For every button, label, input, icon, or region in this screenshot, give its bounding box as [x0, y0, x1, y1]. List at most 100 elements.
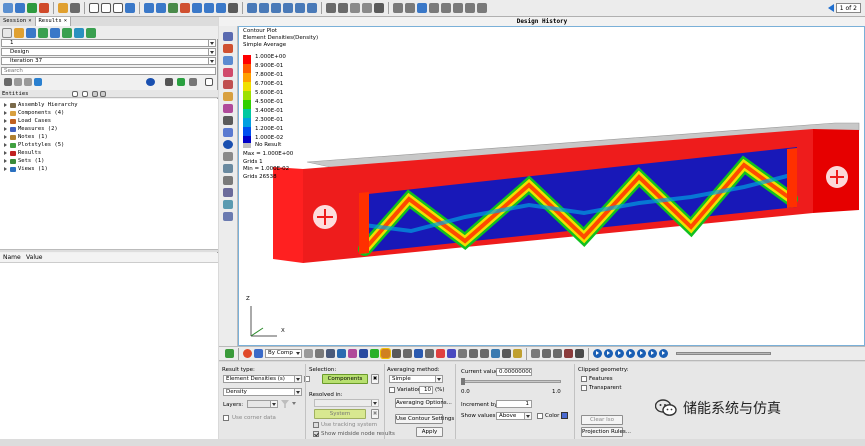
- hide-icon[interactable]: [205, 78, 213, 86]
- chevron-down-icon[interactable]: [208, 49, 215, 55]
- tree-item-assembly-hierarchy[interactable]: Assembly Hierarchy: [4, 101, 78, 109]
- view-tool-icon[interactable]: [223, 164, 233, 173]
- chart-icon[interactable]: [552, 349, 562, 358]
- show-values-select[interactable]: Above: [496, 412, 532, 420]
- results-tool-icon[interactable]: [223, 32, 233, 41]
- loop-icon[interactable]: [658, 349, 668, 358]
- view-back-icon[interactable]: [295, 3, 305, 13]
- window-layout-icon[interactable]: [89, 3, 99, 13]
- search-input[interactable]: [1, 67, 216, 75]
- redo-icon[interactable]: [156, 3, 166, 13]
- result-subtype-select[interactable]: Density: [223, 388, 302, 396]
- expand-arrow-icon[interactable]: [4, 127, 7, 131]
- chevron-down-icon[interactable]: [295, 352, 300, 355]
- tools-icon[interactable]: [563, 349, 573, 358]
- eye-icon[interactable]: [146, 78, 155, 86]
- chevron-down-icon[interactable]: [270, 401, 277, 407]
- undo-icon[interactable]: [144, 3, 154, 13]
- expand-arrow-icon[interactable]: [4, 151, 7, 155]
- import-icon[interactable]: [27, 3, 37, 13]
- expand-icon[interactable]: [14, 78, 22, 86]
- filter-icon[interactable]: [281, 400, 289, 408]
- expand-arrow-icon[interactable]: [4, 119, 7, 123]
- browser-new-icon[interactable]: [2, 27, 12, 38]
- expand-arrow-icon[interactable]: [4, 167, 7, 171]
- pointer-icon[interactable]: [165, 78, 173, 86]
- shaded-icon[interactable]: [254, 349, 263, 358]
- browser-model-icon[interactable]: [26, 27, 36, 38]
- node-icon[interactable]: [501, 349, 511, 358]
- measure-icon[interactable]: [468, 349, 478, 358]
- wireframe-icon[interactable]: [325, 349, 335, 358]
- fit-icon[interactable]: [228, 3, 238, 13]
- design-selector[interactable]: Design: [1, 48, 216, 56]
- info-icon[interactable]: [453, 3, 463, 13]
- expand-arrow-icon[interactable]: [4, 135, 7, 139]
- contour-icon[interactable]: [379, 348, 391, 359]
- note-tool-icon[interactable]: [223, 152, 233, 161]
- zoom-icon[interactable]: [216, 3, 226, 13]
- view-bottom-icon[interactable]: [307, 3, 317, 13]
- deformed-icon[interactable]: [413, 349, 423, 358]
- play-icon[interactable]: [625, 349, 635, 358]
- color-by-icon[interactable]: [243, 349, 252, 358]
- features-checkbox[interactable]: [581, 376, 587, 382]
- contour-settings-button[interactable]: Use Contour Settings: [395, 414, 454, 424]
- measure-tool-icon[interactable]: [223, 128, 233, 137]
- open-file-icon[interactable]: [3, 3, 13, 13]
- browser-folder-icon[interactable]: [14, 27, 24, 38]
- page-number[interactable]: 1 of 2: [835, 3, 861, 13]
- expand-arrow-icon[interactable]: [4, 159, 7, 163]
- mask-tool-icon[interactable]: [223, 176, 233, 185]
- visual-2-icon[interactable]: [405, 3, 415, 13]
- delete-icon[interactable]: [574, 349, 584, 358]
- previous-page-icon[interactable]: [827, 4, 834, 12]
- chevron-down-icon[interactable]: [208, 40, 215, 46]
- iso-tool-icon[interactable]: [223, 92, 233, 101]
- visual-icon[interactable]: [393, 3, 403, 13]
- note-icon[interactable]: [530, 349, 540, 358]
- anim-settings-icon[interactable]: [592, 349, 602, 358]
- mask-icon[interactable]: [180, 3, 190, 13]
- tree-item-sets[interactable]: Sets (1): [4, 157, 45, 165]
- variation-input[interactable]: 10: [419, 386, 433, 394]
- graphics-viewport[interactable]: [238, 26, 865, 346]
- expand-arrow-icon[interactable]: [4, 143, 7, 147]
- rotate-icon[interactable]: [192, 3, 202, 13]
- tree-item-load-cases[interactable]: Load Cases: [4, 117, 51, 125]
- lock-column-icon[interactable]: [100, 91, 106, 97]
- zoom-in-icon[interactable]: [326, 3, 336, 13]
- iteration-selector[interactable]: Iteration 37: [1, 57, 216, 65]
- refresh-icon[interactable]: [34, 78, 42, 86]
- settings-icon[interactable]: [441, 3, 451, 13]
- color-mode-select[interactable]: By Comp: [265, 349, 302, 358]
- layers-select[interactable]: [247, 400, 278, 408]
- tensor-icon[interactable]: [402, 349, 412, 358]
- view-iso-icon[interactable]: [271, 3, 281, 13]
- averaging-method-select[interactable]: Simple: [389, 375, 443, 383]
- explode-tool-icon[interactable]: [223, 212, 233, 221]
- tree-item-plotstyles[interactable]: Plotstyles (5): [4, 141, 64, 149]
- browser-settings-icon[interactable]: [86, 27, 96, 38]
- use-tracking-checkbox[interactable]: [313, 422, 319, 428]
- resolved-in-select[interactable]: [314, 399, 379, 407]
- window-split-icon[interactable]: [101, 3, 111, 13]
- pan-icon[interactable]: [204, 3, 214, 13]
- collapse-icon[interactable]: [24, 78, 32, 86]
- browser-results-icon[interactable]: [38, 27, 48, 38]
- axis-icon[interactable]: [417, 3, 427, 13]
- tracking-icon[interactable]: [479, 349, 489, 358]
- panel-splitter[interactable]: [0, 249, 218, 252]
- tree-item-notes[interactable]: Notes (1): [4, 133, 48, 141]
- chevron-down-icon[interactable]: [371, 400, 378, 406]
- use-corner-data-checkbox[interactable]: [223, 415, 229, 421]
- display-icon[interactable]: [168, 3, 178, 13]
- clear-system-button[interactable]: ✖: [371, 409, 379, 419]
- tree-item-measures[interactable]: Measures (2): [4, 125, 58, 133]
- transparent-checkbox[interactable]: [581, 385, 587, 391]
- expand-arrow-icon[interactable]: [4, 111, 7, 115]
- feature-lines-icon[interactable]: [336, 349, 346, 358]
- green-tool-icon[interactable]: [369, 349, 379, 358]
- clear-selection-button[interactable]: ✖: [371, 374, 379, 384]
- value-column-header[interactable]: Value: [24, 253, 42, 262]
